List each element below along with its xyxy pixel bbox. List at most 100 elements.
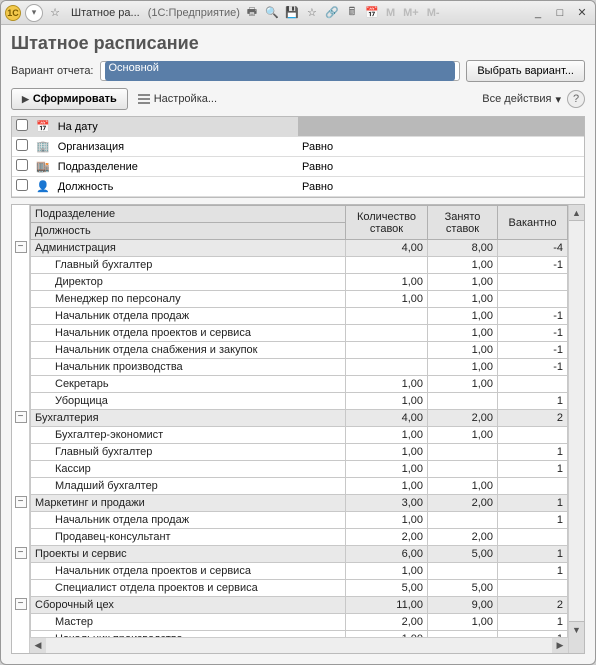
cell-busy: [428, 563, 498, 580]
app-window: 1C ▾ ☆ Штатное ра... (1С:Предприятие) 🖶 …: [0, 0, 596, 665]
table-row[interactable]: Младший бухгалтер1,001,00: [31, 478, 568, 495]
table-row[interactable]: Начальник отдела проектов и сервиса1,001: [31, 563, 568, 580]
favorite-icon[interactable]: ☆: [47, 5, 63, 21]
cell-busy: 9,00: [428, 597, 498, 614]
scroll-up-icon[interactable]: ▲: [569, 205, 584, 221]
cell-name: Администрация: [31, 240, 346, 257]
choose-variant-button[interactable]: Выбрать вариант...: [466, 60, 585, 82]
outline-gutter[interactable]: −−−−−−: [12, 205, 30, 653]
variant-input[interactable]: Основной: [100, 61, 461, 81]
cell-vac: 2: [498, 410, 568, 427]
filter-org-label: Организация: [54, 137, 298, 157]
link-icon[interactable]: 🔗: [324, 5, 340, 21]
form-button[interactable]: ▶ Сформировать: [11, 88, 128, 110]
table-row[interactable]: Директор1,001,00: [31, 274, 568, 291]
cell-busy: 2,00: [428, 529, 498, 546]
table-row[interactable]: Начальник отдела снабжения и закупок 1,00…: [31, 342, 568, 359]
table-row[interactable]: Кассир1,001: [31, 461, 568, 478]
filter-org-op[interactable]: Равно: [298, 137, 584, 157]
table-row[interactable]: Начальник отдела продаж1,001: [31, 512, 568, 529]
collapse-icon[interactable]: −: [15, 241, 27, 253]
collapse-icon[interactable]: −: [15, 598, 27, 610]
calendar-icon[interactable]: 📅: [364, 5, 380, 21]
preview-icon[interactable]: 🔍: [264, 5, 280, 21]
cell-qty: 2,00: [346, 614, 428, 631]
cell-vac: [498, 427, 568, 444]
scroll-left-icon[interactable]: ◀: [30, 638, 46, 653]
table-row[interactable]: Бухгалтерия4,002,002: [31, 410, 568, 427]
table-row[interactable]: Проекты и сервис6,005,001: [31, 546, 568, 563]
dept-icon: 🏬: [32, 157, 54, 177]
minimize-button[interactable]: _: [529, 5, 547, 21]
cell-vac: 2: [498, 597, 568, 614]
cell-vac: [498, 291, 568, 308]
table-row[interactable]: Мастер2,001,001: [31, 614, 568, 631]
table-row[interactable]: Начальник отдела продаж1,00-1: [31, 308, 568, 325]
cell-qty: 4,00: [346, 410, 428, 427]
maximize-button[interactable]: □: [551, 5, 569, 21]
cell-name: Начальник отдела проектов и сервиса: [31, 325, 346, 342]
cell-vac: -1: [498, 359, 568, 376]
m-plus-button[interactable]: M+: [401, 7, 421, 19]
m-button[interactable]: M: [384, 7, 397, 19]
cell-vac: [498, 478, 568, 495]
window-title: Штатное ра...: [67, 7, 144, 19]
filter-header: На дату: [54, 117, 298, 137]
cell-busy: 1,00: [428, 342, 498, 359]
filter-pos-checkbox[interactable]: [16, 179, 28, 191]
cell-name: Главный бухгалтер: [31, 257, 346, 274]
help-button[interactable]: ?: [567, 90, 585, 108]
table-row[interactable]: Администрация4,008,00-4: [31, 240, 568, 257]
nav-dropdown-button[interactable]: ▾: [25, 4, 43, 22]
table-row[interactable]: Продавец-консультант2,002,00: [31, 529, 568, 546]
star-icon[interactable]: ☆: [304, 5, 320, 21]
all-actions-link[interactable]: Все действия ▾: [482, 93, 561, 106]
cell-name: Начальник отдела снабжения и закупок: [31, 342, 346, 359]
cell-qty: 6,00: [346, 546, 428, 563]
variant-value: Основной: [105, 61, 456, 81]
save-icon[interactable]: 💾: [284, 5, 300, 21]
cell-qty: 1,00: [346, 427, 428, 444]
table-row[interactable]: Бухгалтер-экономист1,001,00: [31, 427, 568, 444]
scroll-right-icon[interactable]: ▶: [552, 638, 568, 653]
table-row[interactable]: Сборочный цех11,009,002: [31, 597, 568, 614]
table-row[interactable]: Уборщица1,001: [31, 393, 568, 410]
m-minus-button[interactable]: M-: [425, 7, 442, 19]
filter-dept-label: Подразделение: [54, 157, 298, 177]
filter-org-checkbox[interactable]: [16, 139, 28, 151]
cell-vac: -1: [498, 325, 568, 342]
cell-name: Сборочный цех: [31, 597, 346, 614]
filter-all-checkbox[interactable]: [16, 119, 28, 131]
report-table-scroll[interactable]: Подразделение Количество ставок Занято с…: [30, 205, 568, 653]
cell-qty: 1,00: [346, 393, 428, 410]
table-row[interactable]: Начальник отдела проектов и сервиса1,00-…: [31, 325, 568, 342]
col-busy: Занято ставок: [428, 206, 498, 240]
table-row[interactable]: Маркетинг и продажи3,002,001: [31, 495, 568, 512]
scroll-down-icon[interactable]: ▼: [569, 621, 584, 637]
table-row[interactable]: Секретарь1,001,00: [31, 376, 568, 393]
horizontal-scrollbar[interactable]: ◀ ▶: [30, 637, 568, 653]
collapse-icon[interactable]: −: [15, 411, 27, 423]
filter-pos-op[interactable]: Равно: [298, 177, 584, 197]
table-row[interactable]: Главный бухгалтер1,00-1: [31, 257, 568, 274]
report-area: −−−−−− Подразделение Количество ставок З…: [11, 204, 585, 654]
close-button[interactable]: ✕: [573, 5, 591, 21]
settings-link[interactable]: Настройка...: [138, 93, 217, 105]
table-row[interactable]: Специалист отдела проектов и сервиса5,00…: [31, 580, 568, 597]
cell-vac: 1: [498, 546, 568, 563]
cell-busy: 1,00: [428, 274, 498, 291]
vertical-scrollbar[interactable]: ▲ ▼: [568, 205, 584, 653]
cell-busy: 5,00: [428, 580, 498, 597]
cell-name: Бухгалтерия: [31, 410, 346, 427]
collapse-icon[interactable]: −: [15, 547, 27, 559]
filter-dept-checkbox[interactable]: [16, 159, 28, 171]
table-row[interactable]: Менеджер по персоналу1,001,00: [31, 291, 568, 308]
collapse-icon[interactable]: −: [15, 496, 27, 508]
table-row[interactable]: Начальник производства1,00-1: [31, 359, 568, 376]
cell-busy: 1,00: [428, 478, 498, 495]
cell-vac: -1: [498, 342, 568, 359]
print-icon[interactable]: 🖶: [244, 5, 260, 21]
table-row[interactable]: Главный бухгалтер1,001: [31, 444, 568, 461]
calc-icon[interactable]: 🖩: [344, 5, 360, 21]
filter-dept-op[interactable]: Равно: [298, 157, 584, 177]
